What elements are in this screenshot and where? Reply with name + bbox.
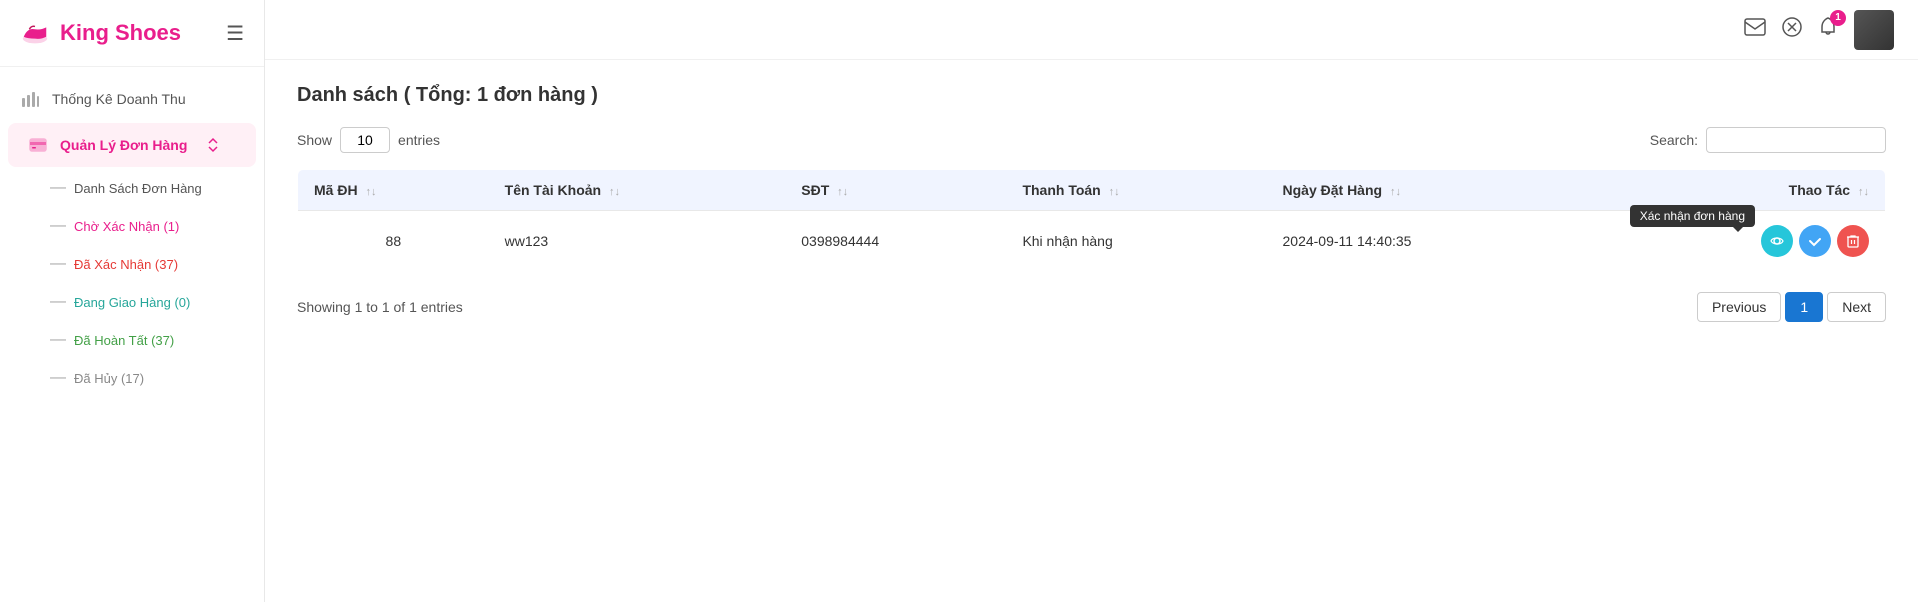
delivering-label: Đang Giao Hàng (0) xyxy=(74,295,190,310)
sort-icon-account[interactable]: ↑↓ xyxy=(609,186,620,198)
confirmed-label: Đã Xác Nhận (37) xyxy=(74,257,178,272)
col-date: Ngày Đặt Hàng ↑↓ xyxy=(1267,170,1591,211)
sort-icon-date[interactable]: ↑↓ xyxy=(1390,186,1401,198)
cell-actions: Xác nhận đơn hàng xyxy=(1591,211,1886,272)
dash-icon-4: — xyxy=(50,331,66,349)
sidebar-sub-item-done[interactable]: — Đã Hoàn Tất (37) xyxy=(40,321,264,359)
previous-button[interactable]: Previous xyxy=(1697,292,1781,322)
user-avatar[interactable] xyxy=(1854,10,1894,50)
col-account: Tên Tài Khoản ↑↓ xyxy=(489,170,786,211)
card-icon xyxy=(28,135,48,155)
cell-phone: 0398984444 xyxy=(785,211,1006,272)
sidebar-item-revenue[interactable]: Thống Kê Doanh Thu xyxy=(0,77,264,121)
table-body: 88 ww123 0398984444 Khi nhận hàng 2024-0… xyxy=(298,211,1886,272)
col-order-id: Mã ĐH ↑↓ xyxy=(298,170,489,211)
sidebar: King Shoes ☰ Thống Kê Doanh Thu xyxy=(0,0,265,602)
sidebar-sub-item-all-orders[interactable]: — Danh Sách Đơn Hàng xyxy=(40,169,264,207)
sidebar-sub-item-confirmed[interactable]: — Đã Xác Nhận (37) xyxy=(40,245,264,283)
sidebar-submenu: — Danh Sách Đơn Hàng — Chờ Xác Nhận (1) … xyxy=(0,169,264,397)
cell-account: ww123 xyxy=(489,211,786,272)
entries-label: entries xyxy=(398,132,440,148)
sidebar-sub-item-cancelled[interactable]: — Đã Hủy (17) xyxy=(40,359,264,397)
view-button[interactable] xyxy=(1761,225,1793,257)
dash-icon-2: — xyxy=(50,255,66,273)
sidebar-menu: Thống Kê Doanh Thu Quản Lý Đơn Hàng — Da… xyxy=(0,67,264,407)
done-label: Đã Hoàn Tất (37) xyxy=(74,333,174,348)
bell-badge: 1 xyxy=(1830,10,1846,26)
sidebar-sub-item-pending[interactable]: — Chờ Xác Nhận (1) xyxy=(40,207,264,245)
sort-icon-payment[interactable]: ↑↓ xyxy=(1109,186,1120,198)
search-input[interactable] xyxy=(1706,127,1886,153)
dash-icon-0: — xyxy=(50,179,66,197)
avatar-image xyxy=(1854,10,1894,50)
cell-payment: Khi nhận hàng xyxy=(1006,211,1266,272)
pagination-row: Showing 1 to 1 of 1 entries Previous 1 N… xyxy=(297,292,1886,322)
show-label: Show xyxy=(297,132,332,148)
sidebar-sub-item-delivering[interactable]: — Đang Giao Hàng (0) xyxy=(40,283,264,321)
sort-icon xyxy=(205,137,221,153)
cell-order-id: 88 xyxy=(298,211,489,272)
approve-tooltip: Xác nhận đơn hàng xyxy=(1630,205,1755,227)
topbar: 1 xyxy=(265,0,1918,60)
table-controls: Show 10 entries Search: xyxy=(297,127,1886,153)
pagination-info: Showing 1 to 1 of 1 entries xyxy=(297,299,463,315)
page-title: Danh sách ( Tổng: 1 đơn hàng ) xyxy=(297,84,1886,107)
dash-icon-3: — xyxy=(50,293,66,311)
bell-button[interactable]: 1 xyxy=(1818,16,1838,44)
sidebar-logo: King Shoes ☰ xyxy=(0,0,264,67)
search-label: Search: xyxy=(1650,132,1698,148)
pending-label: Chờ Xác Nhận (1) xyxy=(74,219,179,234)
close-button[interactable] xyxy=(1782,17,1802,43)
sort-icon-action[interactable]: ↑↓ xyxy=(1858,186,1869,198)
orders-table: Mã ĐH ↑↓ Tên Tài Khoản ↑↓ SĐT ↑↓ Thanh T… xyxy=(297,169,1886,272)
dash-icon-5: — xyxy=(50,369,66,387)
sort-icon-phone[interactable]: ↑↓ xyxy=(837,186,848,198)
mail-button[interactable] xyxy=(1744,18,1766,42)
next-button[interactable]: Next xyxy=(1827,292,1886,322)
shoe-icon xyxy=(20,18,50,48)
table-row: 88 ww123 0398984444 Khi nhận hàng 2024-0… xyxy=(298,211,1886,272)
content-area: Danh sách ( Tổng: 1 đơn hàng ) Show 10 e… xyxy=(265,60,1918,602)
col-phone: SĐT ↑↓ xyxy=(785,170,1006,211)
col-payment: Thanh Toán ↑↓ xyxy=(1006,170,1266,211)
sidebar-item-orders-label: Quản Lý Đơn Hàng xyxy=(60,137,187,153)
search-control: Search: xyxy=(1650,127,1886,153)
entries-input[interactable]: 10 xyxy=(340,127,390,153)
cell-date: 2024-09-11 14:40:35 xyxy=(1267,211,1591,272)
pagination-controls: Previous 1 Next xyxy=(1697,292,1886,322)
action-buttons: Xác nhận đơn hàng xyxy=(1607,225,1869,257)
app-name: King Shoes xyxy=(60,20,181,46)
delete-button[interactable] xyxy=(1837,225,1869,257)
cancelled-label: Đã Hủy (17) xyxy=(74,371,144,386)
sort-icon-orderid[interactable]: ↑↓ xyxy=(365,186,376,198)
approve-button[interactable] xyxy=(1799,225,1831,257)
sidebar-item-orders[interactable]: Quản Lý Đơn Hàng xyxy=(8,123,256,167)
page-1-button[interactable]: 1 xyxy=(1785,292,1823,322)
all-orders-label: Danh Sách Đơn Hàng xyxy=(74,181,202,196)
hamburger-button[interactable]: ☰ xyxy=(226,21,244,46)
main-content: 1 Danh sách ( Tổng: 1 đơn hàng ) Show 10… xyxy=(265,0,1918,602)
chart-icon xyxy=(20,89,40,109)
show-entries-control: Show 10 entries xyxy=(297,127,440,153)
sidebar-item-revenue-label: Thống Kê Doanh Thu xyxy=(52,91,186,107)
dash-icon-1: — xyxy=(50,217,66,235)
